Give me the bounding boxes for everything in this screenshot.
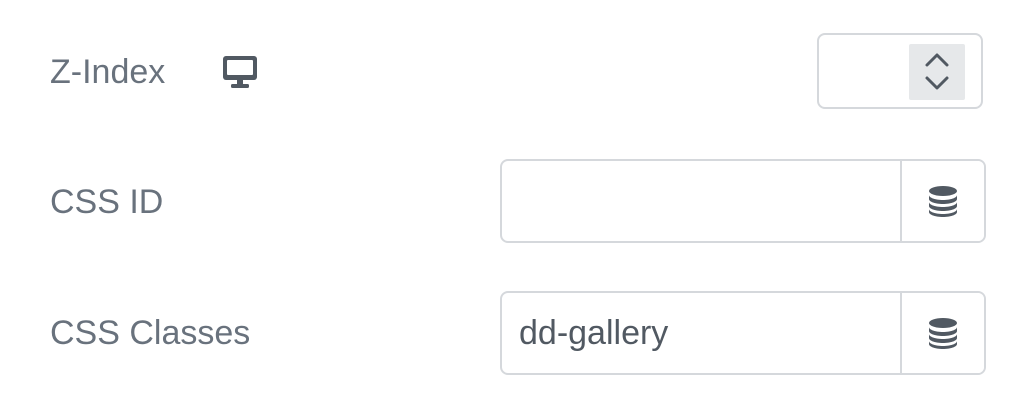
database-icon [929, 186, 957, 217]
css-id-label: CSS ID [50, 183, 164, 221]
zindex-label: Z-Index [50, 53, 166, 91]
chevron-down-icon[interactable] [923, 74, 951, 92]
chevron-up-icon[interactable] [923, 51, 951, 69]
css-classes-value: dd-gallery [519, 314, 669, 352]
css-classes-input[interactable]: dd-gallery [500, 291, 986, 375]
zindex-number-input[interactable] [817, 33, 983, 109]
database-icon [929, 318, 957, 349]
css-id-input[interactable] [500, 159, 986, 243]
css-classes-label: CSS Classes [50, 314, 251, 352]
css-id-dynamic-tags-button[interactable] [900, 161, 984, 241]
desktop-monitor-icon[interactable] [222, 55, 258, 89]
zindex-stepper[interactable] [909, 44, 965, 100]
css-classes-dynamic-tags-button[interactable] [900, 293, 984, 373]
